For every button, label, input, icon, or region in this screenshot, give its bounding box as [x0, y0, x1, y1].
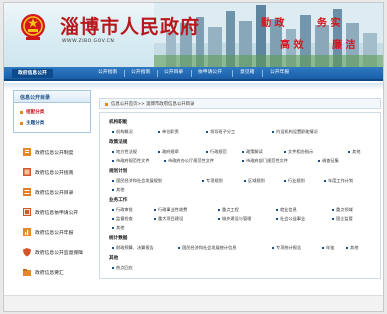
catalog-link[interactable]: 城乡建设与管理	[217, 216, 251, 222]
site-banner: 淄博市人民政府 WWW.ZIBO.GOV.CN 勤 政 务 实 高 效 廉 洁	[4, 3, 383, 67]
catalog-link[interactable]: 文件相办指示	[283, 149, 313, 155]
sidebar-item-label: 政府信息公开监督保障	[35, 251, 83, 256]
catalog-section-title: 规划计划	[109, 169, 128, 174]
sidebar: 信息公开目录 组配分类 主题分类 政府信息公开制度 政府信息公开指南 政府信息公…	[13, 90, 91, 280]
nav-shadow	[4, 83, 383, 90]
national-emblem-icon	[21, 14, 45, 40]
catalog-panel: 机构职能 机构概况 单位职责 领导班子分工 内设机构设置职能情况 政策法规 地方…	[99, 112, 381, 279]
catalog-link[interactable]: 其他	[111, 225, 124, 231]
nav-divider	[157, 70, 158, 77]
catalog-link[interactable]: 就业信息	[276, 207, 297, 213]
catalog-section-title: 机构职能	[109, 120, 128, 125]
catalog-link[interactable]: 领导班子分工	[205, 129, 235, 135]
catalog-section-title: 业务工作	[109, 198, 128, 203]
catalog-link[interactable]: 市政府规范性文件	[112, 158, 150, 164]
breadcrumb-text[interactable]: 信息公开首页>> 淄博市政府信息公开目录	[111, 101, 194, 107]
sidebar-sub-box: 组配分类 主题分类	[13, 103, 91, 133]
sidebar-title: 信息公开目录	[20, 95, 51, 101]
catalog-link[interactable]: 调查征集	[318, 158, 339, 164]
slogan-text: 勤 政	[261, 18, 285, 29]
catalog-link[interactable]: 行业规划	[284, 178, 305, 184]
sidebar-item-label: 政府信息公开指南	[35, 171, 74, 176]
sidebar-item-catalog[interactable]: 政府信息公开目录	[13, 185, 91, 200]
nav-brand[interactable]: 政府信息公开	[12, 69, 53, 78]
sidebar-sub-topic[interactable]: 主题分类	[19, 120, 44, 126]
catalog-link[interactable]: 单位职责	[158, 129, 179, 135]
sidebar-item-label: 政府信息依申请公开	[35, 211, 79, 216]
catalog-link[interactable]: 内设机构设置职能情况	[272, 129, 318, 135]
breadcrumb: 信息公开首页>> 淄博市政府信息公开目录	[99, 98, 381, 109]
catalog-link[interactable]: 国企监管	[332, 216, 353, 222]
site-title: 淄博市人民政府	[60, 16, 201, 38]
catalog-link[interactable]: 专项规划	[202, 178, 223, 184]
sidebar-item-apply[interactable]: 政府信息依申请公开	[13, 205, 91, 220]
catalog-link[interactable]: 年度工作计划	[323, 178, 353, 184]
sidebar-item-label: 政府信息公开制度	[35, 151, 74, 156]
catalog-link[interactable]: 重点领域	[332, 207, 353, 213]
catalog-link[interactable]: 国民经济和社会发展统计信息	[177, 245, 236, 251]
catalog-link[interactable]: 财政预算、决算报告	[112, 245, 154, 251]
catalog-link[interactable]: 其他	[347, 149, 360, 155]
catalog-link[interactable]: 市政府办公厅规范性文件	[163, 158, 214, 164]
catalog-link[interactable]: 其他	[111, 187, 124, 193]
catalog-link[interactable]: 地方性法规	[112, 149, 137, 155]
sidebar-item-label: 政府信息要汇	[35, 271, 64, 276]
book-icon	[23, 168, 31, 176]
catalog-link[interactable]: 国民经济和社会发展规划	[111, 178, 162, 184]
sidebar-item-annual-report[interactable]: 政府信息公开年报	[13, 225, 91, 240]
sidebar-item-label: 政府信息公开目录	[35, 191, 74, 196]
catalog-link[interactable]: 政府规章	[158, 149, 179, 155]
catalog-link[interactable]: 行政审批	[112, 207, 133, 213]
slogan-text: 务 实	[317, 18, 341, 29]
catalog-link[interactable]: 专项统计报告	[271, 245, 301, 251]
catalog-link[interactable]: 监督检查	[112, 216, 133, 222]
catalog-link[interactable]: 年鉴	[321, 245, 334, 251]
nav-item-guide[interactable]: 公开指南	[98, 67, 117, 79]
catalog-link[interactable]: 其他	[345, 245, 358, 251]
list-icon	[23, 188, 31, 196]
footer-strip	[4, 295, 383, 311]
nav-divider	[232, 70, 233, 77]
catalog-link[interactable]: 区域规划	[244, 178, 265, 184]
catalog-link[interactable]: 行政规范	[206, 149, 227, 155]
catalog-link[interactable]: 重大项目建设	[153, 216, 183, 222]
nav-item-annual-report[interactable]: 公开年报	[270, 67, 289, 79]
sidebar-item-guide[interactable]: 政府信息公开指南	[13, 165, 91, 180]
nav-divider	[124, 70, 125, 77]
catalog-section-title: 统计数据	[109, 236, 128, 241]
sidebar-item-supervision[interactable]: 政府信息公开监督保障	[13, 245, 91, 260]
form-icon	[23, 208, 31, 216]
catalog-link[interactable]: 行政事业性收费	[153, 207, 187, 213]
catalog-section-title: 政策法规	[109, 140, 128, 145]
catalog-link[interactable]: 社会公益事业	[275, 216, 305, 222]
sidebar-item-label: 政府信息公开年报	[35, 231, 74, 236]
nav-divider	[191, 70, 192, 77]
nav-item-feedback[interactable]: 意见箱	[240, 67, 254, 79]
slogan-text: 廉 洁	[332, 40, 356, 51]
site-url: WWW.ZIBO.GOV.CN	[62, 39, 115, 44]
nav-item-catalog[interactable]: 公开目录	[164, 67, 183, 79]
catalog-link[interactable]: 热点回应	[112, 265, 133, 271]
sidebar-item-compilation[interactable]: 政府信息要汇	[13, 265, 91, 280]
sidebar-header: 信息公开目录	[13, 90, 91, 103]
nav-divider	[262, 70, 263, 77]
main-nav: 政府信息公开 公开指南 公开指南 公开目录 依申请公开 意见箱 公开年报	[4, 67, 383, 81]
page: 淄博市人民政府 WWW.ZIBO.GOV.CN 勤 政 务 实 高 效 廉 洁 …	[3, 2, 384, 312]
catalog-link[interactable]: 市政府部门规范性文件	[242, 158, 288, 164]
sidebar-sub-category[interactable]: 组配分类	[19, 109, 44, 115]
nav-item-apply[interactable]: 依申请公开	[198, 67, 222, 79]
report-icon	[23, 228, 31, 236]
nav-item-guide-2[interactable]: 公开指南	[131, 67, 150, 79]
breadcrumb-bullet-icon	[105, 102, 108, 106]
catalog-link[interactable]: 政策解读	[242, 149, 263, 155]
shield-icon	[23, 248, 31, 257]
catalog-link[interactable]: 重点工程	[218, 207, 239, 213]
folder-icon	[23, 269, 31, 276]
document-icon	[23, 148, 31, 156]
slogan-text: 高 效	[280, 40, 304, 51]
catalog-section-title: 其他	[109, 256, 119, 261]
catalog-link[interactable]: 机构概况	[112, 129, 133, 135]
sidebar-item-system[interactable]: 政府信息公开制度	[13, 145, 91, 160]
